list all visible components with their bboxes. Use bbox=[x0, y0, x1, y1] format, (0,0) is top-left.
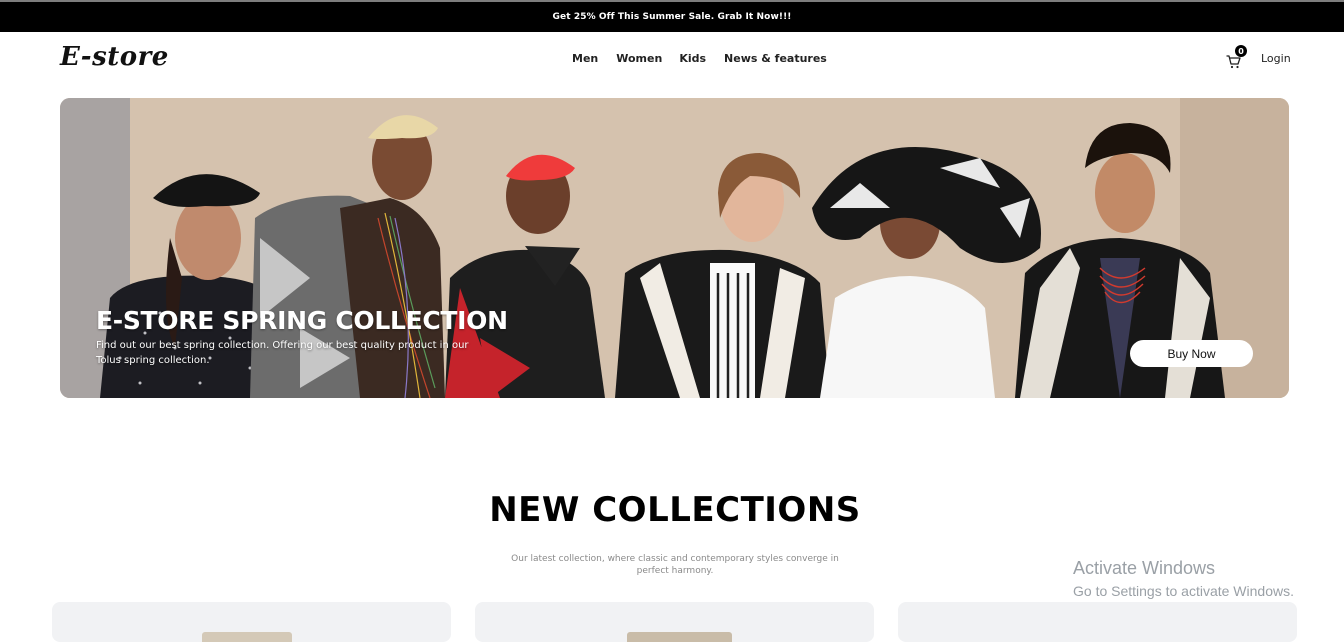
buy-now-button[interactable]: Buy Now bbox=[1130, 340, 1253, 367]
navbar: E-store Men Women Kids News & features 0… bbox=[0, 32, 1344, 88]
product-card[interactable] bbox=[52, 602, 451, 642]
product-card[interactable] bbox=[475, 602, 874, 642]
promo-banner: Get 25% Off This Summer Sale. Grab It No… bbox=[0, 2, 1344, 32]
hero-title: E-STORE SPRING COLLECTION bbox=[96, 306, 508, 335]
cart-count-badge: 0 bbox=[1235, 45, 1247, 57]
nav-link-news-features[interactable]: News & features bbox=[724, 52, 827, 65]
product-card[interactable] bbox=[898, 602, 1297, 642]
hero-banner: E-STORE SPRING COLLECTION Find out our b… bbox=[60, 98, 1289, 398]
login-link[interactable]: Login bbox=[1261, 52, 1291, 65]
product-image bbox=[202, 632, 292, 642]
nav-link-women[interactable]: Women bbox=[616, 52, 662, 65]
hero-subtitle: Find out our best spring collection. Off… bbox=[96, 340, 469, 366]
site-logo[interactable]: E-store bbox=[60, 42, 169, 72]
os-activation-watermark-subtitle: Go to Settings to activate Windows. bbox=[1073, 583, 1294, 599]
collections-subtitle: Our latest collection, where classic and… bbox=[511, 554, 839, 576]
os-activation-watermark-title: Activate Windows bbox=[1073, 558, 1216, 578]
cart-button[interactable]: 0 bbox=[1226, 45, 1247, 71]
nav-link-men[interactable]: Men bbox=[572, 52, 598, 65]
product-image bbox=[627, 632, 732, 642]
promo-text: Get 25% Off This Summer Sale. Grab It No… bbox=[552, 12, 792, 22]
main-menu: Men Women Kids News & features bbox=[572, 52, 827, 65]
nav-link-kids[interactable]: Kids bbox=[679, 52, 706, 65]
collections-heading: NEW COLLECTIONS bbox=[489, 490, 861, 530]
